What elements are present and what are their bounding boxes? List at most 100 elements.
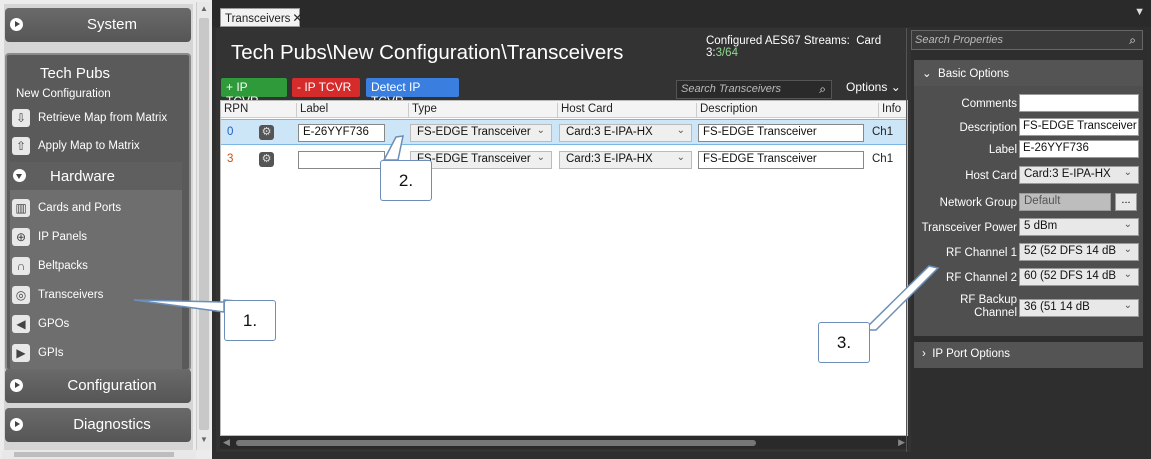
scroll-right-icon[interactable]: ▶ (898, 437, 905, 448)
tab-menu-icon[interactable]: ▼ (1134, 6, 1145, 18)
collapse-arrow-icon (13, 169, 26, 182)
apply-icon: ⇧ (12, 137, 30, 155)
search-placeholder: Search Properties (915, 34, 1004, 46)
search-transceivers-input[interactable]: Search Transceivers ⌕ (676, 80, 832, 99)
table-row[interactable]: 3 ⚙ FS-EDGE Transceiver ⌄ Card:3 E-IPA-HX… (221, 147, 907, 173)
host-card-select[interactable]: Card:3 E-IPA-HX ⌄ (559, 151, 692, 169)
remove-ip-tcvr-button[interactable]: - IP TCVR (292, 78, 360, 97)
network-group-browse-button[interactable]: ... (1115, 193, 1137, 211)
panel-divider[interactable] (906, 28, 907, 452)
nav-section-configuration[interactable]: Configuration (5, 369, 191, 403)
chevron-down-icon: ⌄ (676, 152, 685, 163)
retrieve-map-button[interactable]: ⇩ Retrieve Map from Matrix (7, 106, 187, 132)
transceiver-power-select[interactable]: 5 dBm ⌄ (1019, 218, 1139, 236)
column-header-rpn[interactable]: RPN (221, 103, 248, 118)
info-cell: Ch1 (872, 153, 894, 165)
options-dropdown[interactable]: Options ⌄ (846, 80, 901, 94)
chevron-right-icon: › (922, 348, 926, 360)
label-input[interactable]: E-26YYF736 (1019, 140, 1139, 158)
table-row[interactable]: 0 ⚙ E-26YYF736 FS-EDGE Transceiver ⌄ Card… (221, 119, 907, 145)
nav-item-cards-and-ports[interactable]: ▥ Cards and Ports (7, 196, 187, 222)
network-group-label: Network Group (939, 197, 1017, 209)
ip-port-options-header[interactable]: › IP Port Options (914, 342, 1143, 368)
search-icon[interactable]: ⌕ (1129, 33, 1136, 48)
streams-label: Configured AES67 Streams: (706, 35, 850, 47)
description-input[interactable]: FS-EDGE Transceiver (698, 124, 864, 142)
nav-item-beltpacks[interactable]: ∩ Beltpacks (7, 254, 187, 280)
transceiver-power-label: Transceiver Power (921, 222, 1017, 234)
description-input[interactable]: FS-EDGE Transceiver (1019, 118, 1139, 136)
tab-strip: Transceivers ✕ ▼ (212, 0, 1151, 27)
project-subtitle: New Configuration (16, 88, 111, 100)
search-icon[interactable]: ⌕ (819, 82, 826, 97)
select-value: Card:3 E-IPA-HX (566, 153, 653, 165)
close-icon[interactable]: ✕ (292, 11, 302, 25)
detect-ip-tcvr-button[interactable]: Detect IP TCVR (366, 78, 459, 108)
chevron-down-icon: ⌄ (1123, 167, 1132, 178)
select-value: 5 dBm (1024, 220, 1058, 232)
select-value: FS-EDGE Transceiver (417, 153, 531, 165)
tab-transceivers[interactable]: Transceivers ✕ (220, 8, 302, 27)
nav-horizontal-scrollbar[interactable] (2, 450, 196, 459)
gear-icon[interactable]: ⚙ (259, 125, 274, 140)
beltpack-icon: ∩ (12, 257, 30, 275)
scroll-down-icon[interactable]: ▼ (200, 435, 208, 444)
column-header-info[interactable]: Info (878, 103, 901, 118)
scrollbar-thumb[interactable] (236, 440, 756, 446)
rf-backup-channel-select[interactable]: 36 (51 14 dB ⌄ (1019, 299, 1139, 317)
chevron-down-icon: ⌄ (676, 125, 685, 136)
basic-options-header[interactable]: ⌄ Basic Options (914, 60, 1143, 86)
info-cell: Ch1 (872, 126, 894, 138)
label-input[interactable] (298, 151, 385, 169)
ip-panel-icon: ⊕ (12, 228, 30, 246)
scroll-up-icon[interactable]: ▲ (200, 4, 208, 13)
gpi-icon: ▶ (12, 344, 30, 362)
scroll-left-icon[interactable]: ◀ (223, 437, 230, 448)
scrollbar-thumb[interactable] (14, 452, 174, 457)
column-header-host-card[interactable]: Host Card (557, 103, 613, 118)
chevron-down-icon: ⌄ (536, 152, 545, 163)
page-title: Tech Pubs\New Configuration\Transceivers (231, 41, 624, 64)
type-select[interactable]: FS-EDGE Transceiver ⌄ (410, 124, 552, 142)
nav-section-hardware[interactable]: Hardware (10, 162, 182, 190)
host-card-label: Host Card (965, 170, 1017, 182)
description-input[interactable]: FS-EDGE Transceiver (698, 151, 864, 169)
column-header-type[interactable]: Type (408, 103, 437, 118)
basic-options-body: Comments Description FS-EDGE Transceiver… (914, 86, 1143, 336)
comments-input[interactable] (1019, 94, 1139, 112)
gpo-icon: ◀ (12, 315, 30, 333)
gear-icon[interactable]: ⚙ (259, 152, 274, 167)
nav-section-system[interactable]: System (5, 8, 191, 42)
nav-item-transceivers[interactable]: ◎ Transceivers (7, 283, 187, 309)
apply-map-button[interactable]: ⇧ Apply Map to Matrix (7, 134, 187, 160)
rf-channel-2-select[interactable]: 60 (52 DFS 14 dB ⌄ (1019, 268, 1139, 286)
add-ip-tcvr-button[interactable]: + IP TCVR (221, 78, 287, 108)
nav-vertical-scrollbar[interactable]: ▲ ▼ (196, 2, 210, 450)
cards-ports-icon: ▥ (12, 199, 30, 217)
navigation-panel: System Tech Pubs New Configuration ⇩ Ret… (0, 0, 212, 459)
scrollbar-thumb[interactable] (199, 18, 209, 430)
table-horizontal-scrollbar[interactable]: ◀ ▶ (220, 436, 908, 449)
chevron-down-icon: ⌄ (1123, 244, 1132, 255)
label-input[interactable]: E-26YYF736 (298, 124, 385, 142)
retrieve-icon: ⇩ (12, 109, 30, 127)
column-header-label[interactable]: Label (296, 103, 328, 118)
nav-item-gpos[interactable]: ◀ GPOs (7, 312, 187, 338)
chevron-down-icon: ⌄ (890, 80, 901, 94)
transceivers-view: Tech Pubs\New Configuration\Transceivers… (216, 28, 912, 452)
column-header-description[interactable]: Description (696, 103, 758, 118)
chevron-down-icon: ⌄ (1123, 269, 1132, 280)
nav-item-gpis[interactable]: ▶ GPIs (7, 341, 187, 367)
nav-section-diagnostics[interactable]: Diagnostics (5, 408, 191, 442)
select-value: Card:3 E-IPA-HX (566, 126, 653, 138)
host-card-select[interactable]: Card:3 E-IPA-HX ⌄ (1019, 166, 1139, 184)
nav-item-label: IP Panels (38, 231, 88, 243)
nav-item-ip-panels[interactable]: ⊕ IP Panels (7, 225, 187, 251)
rf-channel-1-select[interactable]: 52 (52 DFS 14 dB ⌄ (1019, 243, 1139, 261)
host-card-select[interactable]: Card:3 E-IPA-HX ⌄ (559, 124, 692, 142)
label-label: Label (988, 144, 1017, 156)
chevron-down-icon: ⌄ (1123, 300, 1132, 311)
nav-item-label: Transceivers (38, 289, 104, 301)
nav-item-label: Retrieve Map from Matrix (38, 112, 168, 124)
search-properties-input[interactable]: Search Properties ⌕ (911, 30, 1143, 50)
